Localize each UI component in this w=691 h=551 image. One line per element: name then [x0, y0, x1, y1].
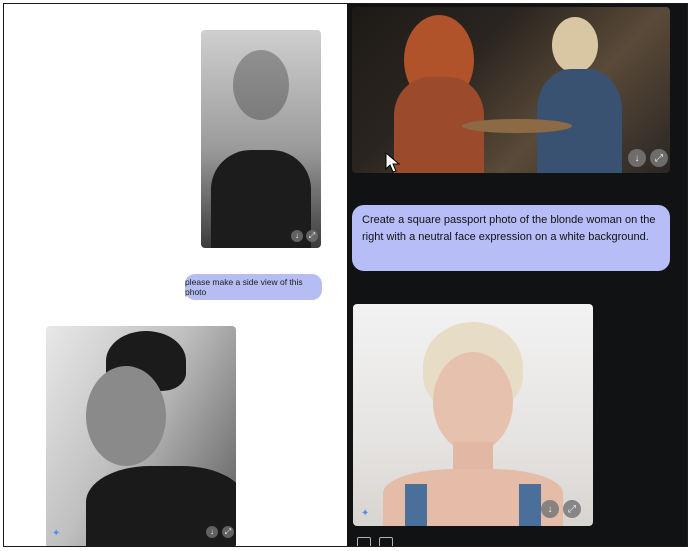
cafe-women-image[interactable]: ↓ ⤢ — [352, 7, 670, 173]
feedback-row — [357, 537, 393, 546]
user-prompt-bubble: please make a side view of this photo — [185, 274, 322, 300]
screenshot-frame: ↓ ⤢ please make a side view of this phot… — [3, 3, 688, 547]
right-chat-panel: ↓ ⤢ Create a square passport photo of th… — [347, 4, 687, 546]
portrait-head — [233, 50, 289, 120]
expand-icon[interactable]: ⤢ — [563, 500, 581, 518]
download-icon[interactable]: ↓ — [291, 230, 303, 242]
cafe-table — [462, 119, 572, 133]
left-chat-panel: ↓ ⤢ please make a side view of this phot… — [4, 4, 347, 546]
expand-icon[interactable]: ⤢ — [650, 149, 668, 167]
download-icon[interactable]: ↓ — [206, 526, 218, 538]
portrait-front-image[interactable]: ↓ ⤢ — [201, 30, 321, 248]
user-prompt-bubble: Create a square passport photo of the bl… — [352, 205, 670, 271]
overall-strap-right — [519, 484, 541, 526]
woman-right-head — [552, 17, 598, 73]
expand-icon[interactable]: ⤢ — [222, 526, 234, 538]
overall-strap-left — [405, 484, 427, 526]
portrait-face — [86, 366, 166, 466]
expand-icon[interactable]: ⤢ — [306, 230, 318, 242]
portrait-side-image[interactable]: ✦ ↓ ⤢ — [46, 326, 236, 546]
passport-photo-image[interactable]: ✦ ↓ ⤢ — [353, 304, 593, 526]
sparkle-icon: ✦ — [52, 528, 61, 539]
mouse-cursor-icon — [385, 152, 401, 173]
woman-face — [433, 352, 513, 452]
thumbs-up-icon[interactable] — [357, 537, 371, 546]
download-icon[interactable]: ↓ — [541, 500, 559, 518]
sparkle-icon: ✦ — [361, 508, 370, 519]
thumbs-down-icon[interactable] — [379, 537, 393, 546]
download-icon[interactable]: ↓ — [628, 149, 646, 167]
woman-neck — [453, 442, 493, 472]
